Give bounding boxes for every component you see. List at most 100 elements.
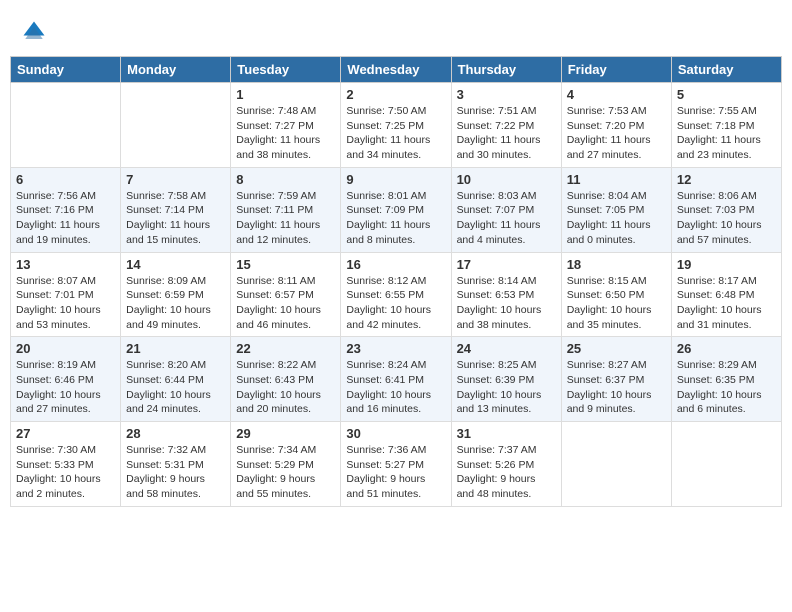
day-of-week-header: Wednesday [341,57,451,83]
day-number: 1 [236,87,335,102]
day-number: 22 [236,341,335,356]
calendar-cell: 8 Sunrise: 7:59 AMSunset: 7:11 PMDaylight… [231,167,341,252]
day-number: 15 [236,257,335,272]
day-info: Sunrise: 8:14 AMSunset: 6:53 PMDaylight:… [457,274,556,333]
calendar-cell: 18 Sunrise: 8:15 AMSunset: 6:50 PMDayligh… [561,252,671,337]
day-info: Sunrise: 8:29 AMSunset: 6:35 PMDaylight:… [677,358,776,417]
day-number: 3 [457,87,556,102]
calendar-cell: 26 Sunrise: 8:29 AMSunset: 6:35 PMDayligh… [671,337,781,422]
day-number: 30 [346,426,445,441]
day-of-week-header: Thursday [451,57,561,83]
calendar-cell: 23 Sunrise: 8:24 AMSunset: 6:41 PMDayligh… [341,337,451,422]
day-info: Sunrise: 8:12 AMSunset: 6:55 PMDaylight:… [346,274,445,333]
day-of-week-header: Saturday [671,57,781,83]
day-number: 12 [677,172,776,187]
calendar-week-row: 20Sunrise: 8:19 AMSunset: 6:46 PMDayligh… [11,337,782,422]
day-info: Sunrise: 8:09 AMSunset: 6:59 PMDaylight:… [126,274,225,333]
day-number: 24 [457,341,556,356]
page-header [10,10,782,50]
logo-icon [20,18,48,46]
calendar-week-row: 1 Sunrise: 7:48 AMSunset: 7:27 PMDaylight… [11,83,782,168]
day-info: Sunrise: 8:25 AMSunset: 6:39 PMDaylight:… [457,358,556,417]
calendar-cell: 21Sunrise: 8:20 AMSunset: 6:44 PMDayligh… [121,337,231,422]
calendar-cell: 13 Sunrise: 8:07 AMSunset: 7:01 PMDayligh… [11,252,121,337]
calendar-table: SundayMondayTuesdayWednesdayThursdayFrid… [10,56,782,507]
day-of-week-header: Friday [561,57,671,83]
day-number: 18 [567,257,666,272]
day-number: 11 [567,172,666,187]
calendar-cell: 28Sunrise: 7:32 AMSunset: 5:31 PMDayligh… [121,422,231,507]
day-number: 9 [346,172,445,187]
day-number: 27 [16,426,115,441]
day-number: 13 [16,257,115,272]
logo [20,18,52,46]
day-info: Sunrise: 7:58 AMSunset: 7:14 PMDaylight:… [126,189,225,248]
calendar-cell: 16 Sunrise: 8:12 AMSunset: 6:55 PMDayligh… [341,252,451,337]
day-number: 4 [567,87,666,102]
calendar-cell: 1 Sunrise: 7:48 AMSunset: 7:27 PMDaylight… [231,83,341,168]
calendar-cell: 25Sunrise: 8:27 AMSunset: 6:37 PMDayligh… [561,337,671,422]
calendar-cell: 30 Sunrise: 7:36 AMSunset: 5:27 PMDayligh… [341,422,451,507]
day-info: Sunrise: 8:22 AMSunset: 6:43 PMDaylight:… [236,358,335,417]
calendar-week-row: 6 Sunrise: 7:56 AMSunset: 7:16 PMDaylight… [11,167,782,252]
calendar-cell [11,83,121,168]
calendar-cell [671,422,781,507]
calendar-cell [121,83,231,168]
day-number: 6 [16,172,115,187]
day-number: 26 [677,341,776,356]
calendar-week-row: 27 Sunrise: 7:30 AMSunset: 5:33 PMDayligh… [11,422,782,507]
calendar-header-row: SundayMondayTuesdayWednesdayThursdayFrid… [11,57,782,83]
day-info: Sunrise: 8:03 AMSunset: 7:07 PMDaylight:… [457,189,556,248]
day-number: 21 [126,341,225,356]
day-info: Sunrise: 7:59 AMSunset: 7:11 PMDaylight:… [236,189,335,248]
calendar-cell: 7 Sunrise: 7:58 AMSunset: 7:14 PMDaylight… [121,167,231,252]
day-number: 7 [126,172,225,187]
day-info: Sunrise: 8:06 AMSunset: 7:03 PMDaylight:… [677,189,776,248]
day-info: Sunrise: 7:56 AMSunset: 7:16 PMDaylight:… [16,189,115,248]
day-info: Sunrise: 8:15 AMSunset: 6:50 PMDaylight:… [567,274,666,333]
day-number: 19 [677,257,776,272]
day-info: Sunrise: 8:19 AMSunset: 6:46 PMDaylight:… [16,358,115,417]
day-number: 8 [236,172,335,187]
calendar-cell: 24 Sunrise: 8:25 AMSunset: 6:39 PMDayligh… [451,337,561,422]
day-info: Sunrise: 7:34 AMSunset: 5:29 PMDaylight:… [236,443,335,502]
calendar-cell: 19 Sunrise: 8:17 AMSunset: 6:48 PMDayligh… [671,252,781,337]
calendar-cell: 29 Sunrise: 7:34 AMSunset: 5:29 PMDayligh… [231,422,341,507]
calendar-cell: 5 Sunrise: 7:55 AMSunset: 7:18 PMDaylight… [671,83,781,168]
day-info: Sunrise: 7:55 AMSunset: 7:18 PMDaylight:… [677,104,776,163]
calendar-cell: 15Sunrise: 8:11 AMSunset: 6:57 PMDayligh… [231,252,341,337]
calendar-cell: 10 Sunrise: 8:03 AMSunset: 7:07 PMDayligh… [451,167,561,252]
calendar-cell: 14 Sunrise: 8:09 AMSunset: 6:59 PMDayligh… [121,252,231,337]
calendar-cell: 17 Sunrise: 8:14 AMSunset: 6:53 PMDayligh… [451,252,561,337]
day-info: Sunrise: 8:17 AMSunset: 6:48 PMDaylight:… [677,274,776,333]
calendar-cell: 31Sunrise: 7:37 AMSunset: 5:26 PMDayligh… [451,422,561,507]
day-of-week-header: Sunday [11,57,121,83]
day-number: 10 [457,172,556,187]
day-number: 25 [567,341,666,356]
calendar-cell: 6 Sunrise: 7:56 AMSunset: 7:16 PMDaylight… [11,167,121,252]
calendar-cell: 2Sunrise: 7:50 AMSunset: 7:25 PMDaylight… [341,83,451,168]
day-number: 17 [457,257,556,272]
day-info: Sunrise: 7:53 AMSunset: 7:20 PMDaylight:… [567,104,666,163]
day-number: 2 [346,87,445,102]
day-info: Sunrise: 7:30 AMSunset: 5:33 PMDaylight:… [16,443,115,502]
calendar-cell: 27 Sunrise: 7:30 AMSunset: 5:33 PMDayligh… [11,422,121,507]
day-info: Sunrise: 8:24 AMSunset: 6:41 PMDaylight:… [346,358,445,417]
calendar-cell [561,422,671,507]
day-info: Sunrise: 8:04 AMSunset: 7:05 PMDaylight:… [567,189,666,248]
day-number: 16 [346,257,445,272]
calendar-cell: 4 Sunrise: 7:53 AMSunset: 7:20 PMDaylight… [561,83,671,168]
day-number: 14 [126,257,225,272]
day-number: 5 [677,87,776,102]
day-of-week-header: Monday [121,57,231,83]
calendar-cell: 12 Sunrise: 8:06 AMSunset: 7:03 PMDayligh… [671,167,781,252]
day-info: Sunrise: 8:07 AMSunset: 7:01 PMDaylight:… [16,274,115,333]
calendar-week-row: 13 Sunrise: 8:07 AMSunset: 7:01 PMDayligh… [11,252,782,337]
day-number: 29 [236,426,335,441]
day-number: 23 [346,341,445,356]
calendar-cell: 3Sunrise: 7:51 AMSunset: 7:22 PMDaylight… [451,83,561,168]
day-info: Sunrise: 7:48 AMSunset: 7:27 PMDaylight:… [236,104,335,163]
day-info: Sunrise: 7:36 AMSunset: 5:27 PMDaylight:… [346,443,445,502]
day-number: 28 [126,426,225,441]
day-info: Sunrise: 7:37 AMSunset: 5:26 PMDaylight:… [457,443,556,502]
